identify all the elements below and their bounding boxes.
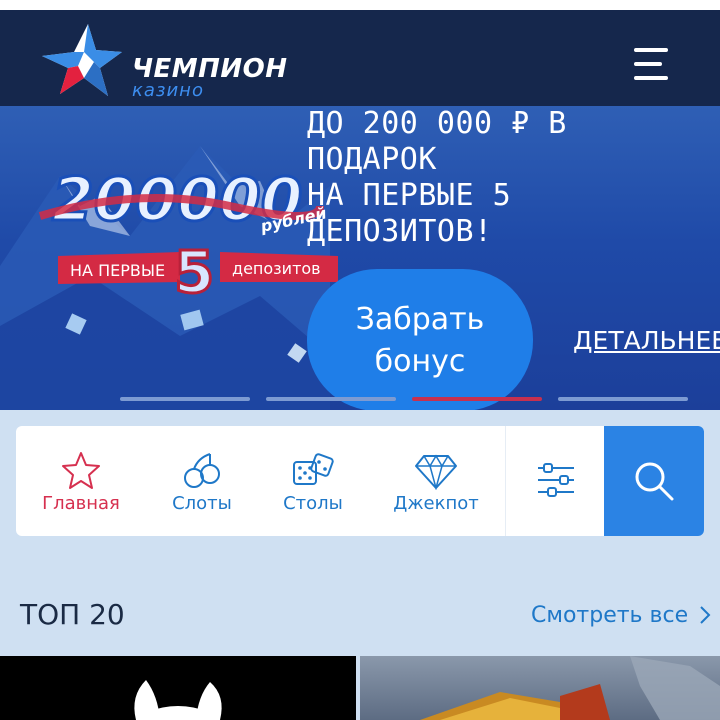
sliders-icon <box>538 463 574 497</box>
nav-label: Главная <box>42 493 120 514</box>
see-all-link[interactable]: Смотреть все <box>531 603 711 628</box>
claim-bonus-button[interactable]: Забрать бонус <box>307 269 533 410</box>
hamburger-line <box>634 76 668 80</box>
claim-bonus-label: бонус <box>374 344 466 379</box>
dice-icon <box>293 453 334 485</box>
nav-item-main[interactable]: Главная <box>16 426 146 536</box>
category-nav: Главная Слоты Столы Джекпот <box>16 426 704 536</box>
filter-button[interactable] <box>505 426 604 536</box>
logo-subtitle: казино <box>132 80 204 101</box>
nav-item-tables[interactable]: Столы <box>258 426 368 536</box>
menu-button[interactable] <box>630 46 672 86</box>
nav-label: Слоты <box>172 493 232 514</box>
ribbon-number-text: 5 <box>174 238 214 306</box>
nav-label: Джекпот <box>393 493 479 514</box>
slide-indicator[interactable] <box>120 397 250 401</box>
hamburger-line <box>634 62 662 66</box>
headline-line: ПОДАРОК <box>307 142 437 177</box>
banner-headline: ДО 200 000 ₽ В ПОДАРОК НА ПЕРВЫЕ 5 ДЕПОЗ… <box>307 106 720 250</box>
hamburger-line <box>634 48 668 52</box>
chevron-right-icon <box>700 606 711 624</box>
slide-indicator-active[interactable] <box>412 397 542 401</box>
headline-line: ДЕПОЗИТОВ! <box>307 214 493 249</box>
promo-banner[interactable]: 200000 рублей НА ПЕРВЫЕ 5 депозитов ДО 2… <box>0 106 720 410</box>
section-title: ТОП 20 <box>20 598 125 631</box>
slide-indicator[interactable] <box>266 397 396 401</box>
details-link[interactable]: ДЕТАЛЬНЕЕ <box>573 326 720 355</box>
headline-line: НА ПЕРВЫЕ 5 <box>307 178 512 213</box>
winged-emblem-icon <box>420 656 720 720</box>
see-all-label: Смотреть все <box>531 603 689 628</box>
game-tile[interactable] <box>0 656 356 720</box>
game-tile[interactable] <box>360 656 720 720</box>
bunny-logo-icon <box>134 680 222 720</box>
nav-item-slots[interactable]: Слоты <box>146 426 258 536</box>
search-button[interactable] <box>604 426 704 536</box>
ribbon-right-text: депозитов <box>232 259 321 278</box>
claim-bonus-label: Забрать <box>355 302 485 337</box>
cherries-icon <box>184 453 220 488</box>
nav-item-jackpot[interactable]: Джекпот <box>368 426 504 536</box>
search-icon <box>635 462 674 501</box>
star-icon <box>62 452 100 489</box>
status-strip <box>0 0 720 10</box>
diamond-icon <box>415 454 457 490</box>
star-logo-icon <box>42 24 122 96</box>
site-header: ЧЕМПИОН казино <box>0 10 720 106</box>
headline-line: ДО 200 000 ₽ В <box>307 106 567 141</box>
nav-label: Столы <box>283 493 343 514</box>
slide-indicator[interactable] <box>558 397 688 401</box>
ribbon-left-text: НА ПЕРВЫЕ <box>70 261 165 280</box>
